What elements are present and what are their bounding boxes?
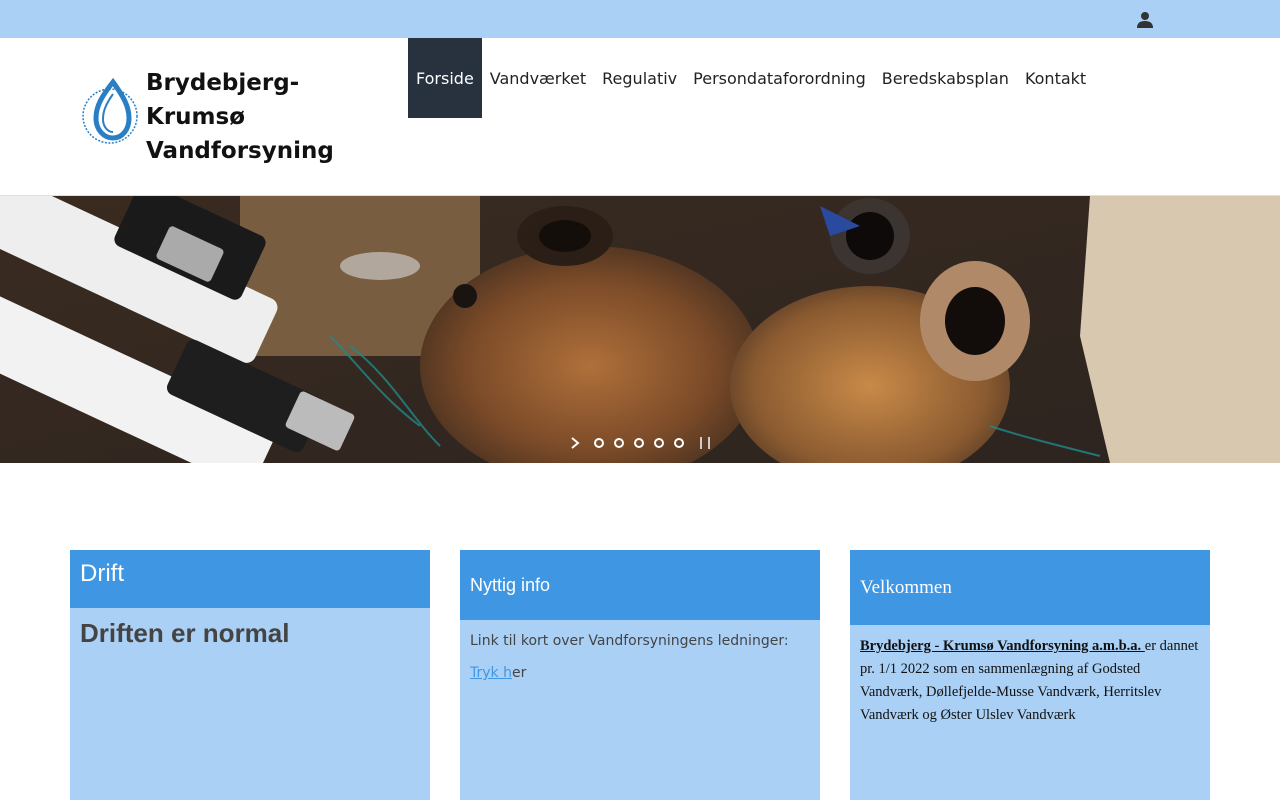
- nav-item-regulativ[interactable]: Regulativ: [594, 38, 685, 118]
- velkommen-card: Velkommen Brydebjerg - Krumsø Vandforsyn…: [850, 550, 1210, 800]
- card-title: Drift: [70, 550, 430, 608]
- slider-controls: [568, 435, 710, 451]
- chevron-right-icon[interactable]: [568, 436, 582, 450]
- slider-dot[interactable]: [674, 438, 684, 448]
- card-body: Link til kort over Vandforsyningens ledn…: [460, 620, 820, 706]
- slider-dot[interactable]: [594, 438, 604, 448]
- nav-item-vandvaerket[interactable]: Vandværket: [482, 38, 594, 118]
- card-title: Velkommen: [850, 550, 1210, 625]
- org-name-link[interactable]: Brydebjerg - Krumsø Vandforsyning a.m.b.…: [860, 638, 1145, 654]
- drift-card: Drift Driften er normal: [70, 550, 430, 800]
- map-link[interactable]: Tryk h: [470, 665, 512, 681]
- slider-dot[interactable]: [634, 438, 644, 448]
- nav-item-persondataforordning[interactable]: Persondataforordning: [685, 38, 874, 118]
- nyttig-info-card: Nyttig info Link til kort over Vandforsy…: [460, 550, 820, 800]
- pause-icon[interactable]: [700, 437, 710, 449]
- slider-dot[interactable]: [614, 438, 624, 448]
- info-text: Link til kort over Vandforsyningens ledn…: [470, 633, 789, 649]
- card-body: Driften er normal: [70, 608, 430, 659]
- logo-line: Krumsø: [146, 104, 245, 130]
- nav-item-forside[interactable]: Forside: [408, 38, 482, 118]
- water-drop-logo-icon: [82, 77, 138, 144]
- logo-line: Vandforsyning: [146, 138, 334, 164]
- slider-dot[interactable]: [654, 438, 664, 448]
- drift-status: Driften er normal: [80, 618, 290, 648]
- site-logo[interactable]: Brydebjerg- Krumsø Vandforsyning: [80, 66, 334, 166]
- logo-text: Brydebjerg- Krumsø Vandforsyning: [146, 66, 334, 168]
- hero-image: [0, 196, 1280, 463]
- card-title: Nyttig info: [460, 550, 820, 620]
- top-bar: [0, 0, 1280, 38]
- nav-item-kontakt[interactable]: Kontakt: [1017, 38, 1094, 118]
- main-nav: Forside Vandværket Regulativ Persondataf…: [408, 38, 1094, 118]
- user-icon[interactable]: [1136, 11, 1154, 29]
- logo-line: Brydebjerg-: [146, 70, 300, 96]
- info-link-line: Tryk her: [470, 664, 810, 682]
- nav-item-beredskabsplan[interactable]: Beredskabsplan: [874, 38, 1017, 118]
- card-body: Brydebjerg - Krumsø Vandforsyning a.m.b.…: [850, 625, 1210, 737]
- link-suffix: er: [511, 665, 527, 681]
- site-header: Brydebjerg- Krumsø Vandforsyning Forside…: [0, 38, 1280, 196]
- hero-slider: [0, 196, 1280, 463]
